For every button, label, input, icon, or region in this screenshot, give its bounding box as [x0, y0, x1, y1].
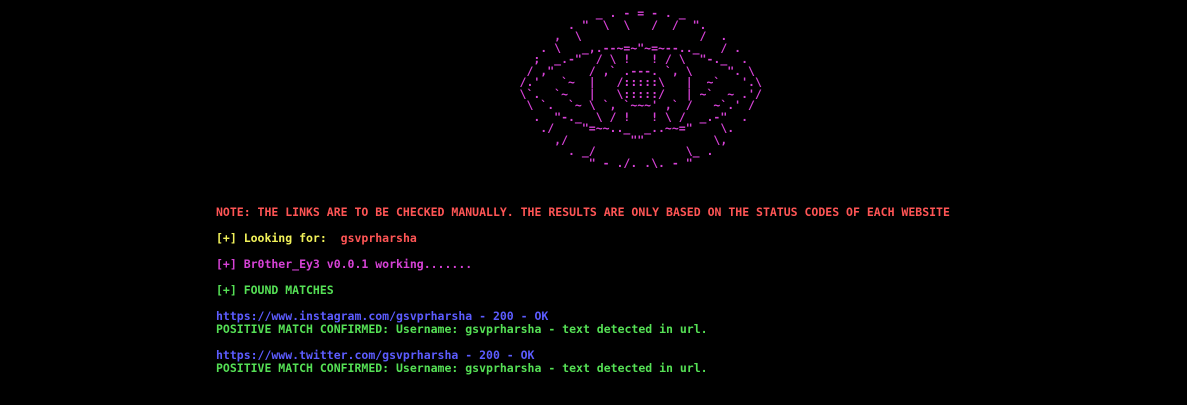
result-confirm-line-instagram: POSITIVE MATCH CONFIRMED: Username: gsvp… [216, 322, 708, 336]
ascii-eye-banner: _ . - = - . _ . " \ \ / / ". , \ / . . \… [519, 6, 762, 170]
looking-for-line: [+] Looking for: gsvprharsha [216, 232, 417, 245]
target-username: gsvprharsha [340, 231, 417, 245]
working-status-line: [+] Br0ther_Ey3 v0.0.1 working....... [216, 257, 473, 271]
result-confirm-line-twitter: POSITIVE MATCH CONFIRMED: Username: gsvp… [216, 361, 708, 375]
terminal-window[interactable]: _ . - = - . _ . " \ \ / / ". , \ / . . \… [0, 0, 1187, 405]
note-warning-line: NOTE: THE LINKS ARE TO BE CHECKED MANUAL… [216, 205, 950, 219]
found-matches-heading: [+] FOUND MATCHES [216, 283, 334, 297]
looking-for-label: [+] Looking for: [216, 231, 334, 245]
